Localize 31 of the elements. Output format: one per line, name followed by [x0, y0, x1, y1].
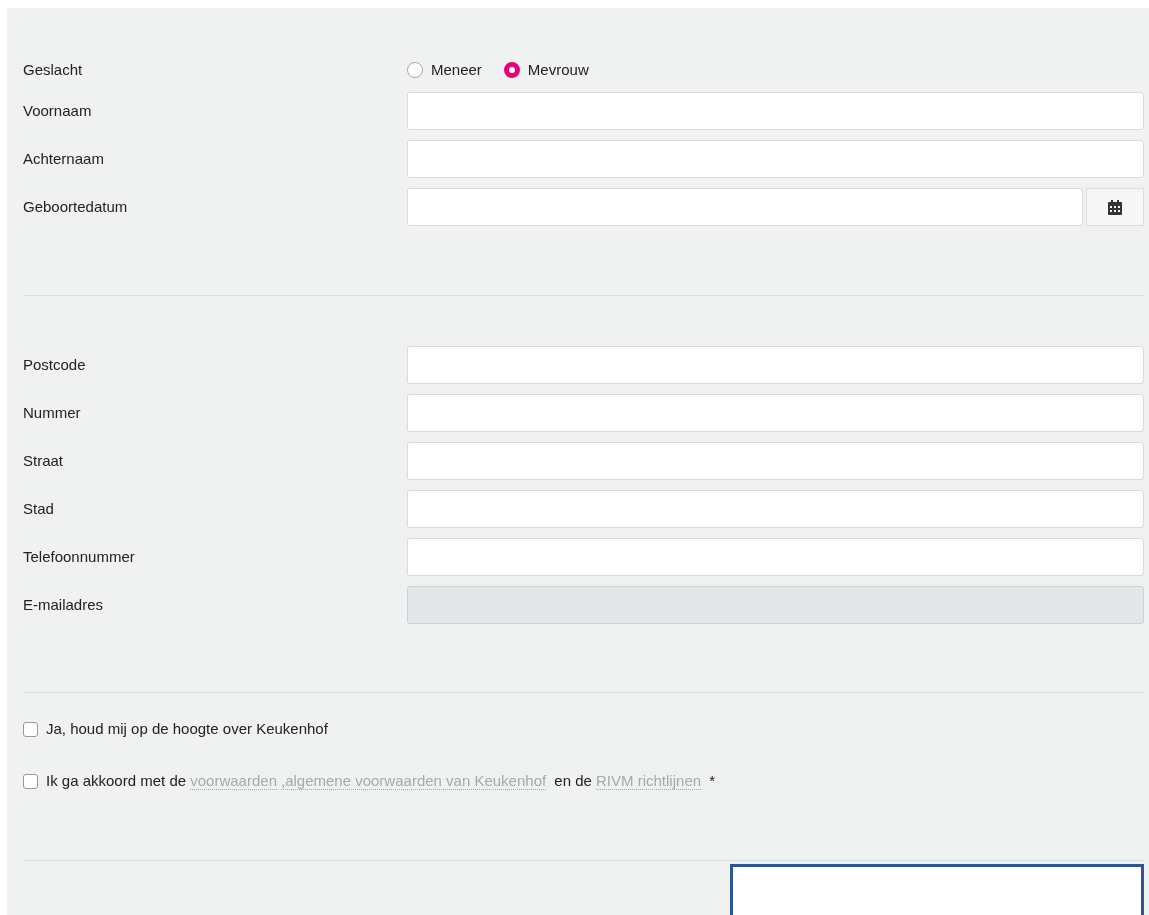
checkbox-label: Ik ga akkoord met de voorwaarden ,algemene voorwaarden van Keukenhof en de RIVM richtlijnen *	[46, 770, 716, 792]
field-label: E-mailadres	[23, 594, 105, 615]
radio-option[interactable]: Mevrouw	[503, 58, 589, 82]
radio-button[interactable]	[503, 62, 520, 78]
field-label: Geboortedatum	[23, 196, 129, 217]
checkbox[interactable]	[23, 721, 38, 737]
radio-button[interactable]	[407, 62, 423, 78]
field-label: Voornaam	[23, 100, 93, 121]
radio-option[interactable]: Meneer	[407, 58, 482, 82]
calendar-button[interactable]	[1086, 188, 1144, 226]
field-label: Nummer	[23, 402, 82, 423]
input-field[interactable]	[407, 442, 1144, 480]
field-label: Achternaam	[23, 148, 105, 169]
input-field[interactable]	[407, 140, 1144, 178]
terms-link[interactable]: ,algemene voorwaarden van Keukenhof	[280, 771, 547, 790]
checkbox[interactable]	[23, 773, 38, 789]
input-field[interactable]	[407, 346, 1144, 384]
field-label: Stad	[23, 498, 55, 519]
input-field[interactable]	[407, 92, 1144, 130]
calendar-icon	[1108, 199, 1122, 215]
terms-link[interactable]: voorwaarden	[190, 771, 277, 790]
field-label: Postcode	[23, 354, 87, 375]
input-field[interactable]	[407, 490, 1144, 528]
field-label: Telefoonnummer	[23, 546, 136, 567]
field-label: Straat	[23, 450, 65, 471]
checkbox-label: Ja, houd mij op de hoogte over Keukenhof	[46, 718, 328, 739]
terms-link[interactable]: RIVM richtlijnen	[596, 771, 702, 790]
input-field[interactable]	[407, 188, 1083, 226]
input-field[interactable]	[407, 538, 1144, 576]
input-field[interactable]	[407, 394, 1144, 432]
field-label: Geslacht	[23, 59, 84, 80]
